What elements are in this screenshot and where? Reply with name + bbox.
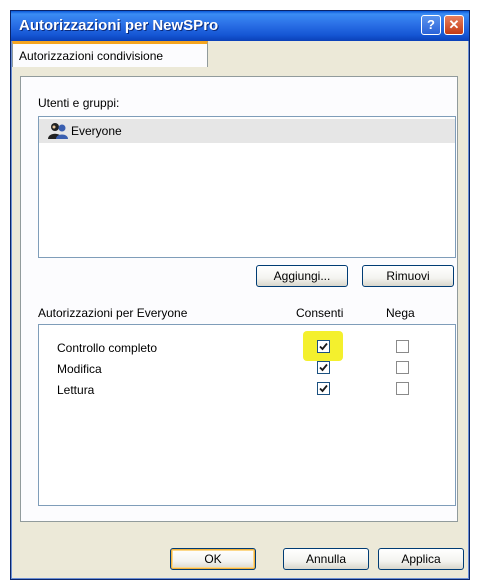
deny-modify-checkbox[interactable]	[396, 361, 409, 374]
tab-share-permissions[interactable]: Autorizzazioni condivisione	[12, 41, 208, 67]
list-item[interactable]: Everyone	[39, 119, 455, 143]
users-list[interactable]: Everyone	[38, 116, 456, 258]
deny-column-header: Nega	[386, 306, 415, 320]
permission-name: Modifica	[57, 362, 102, 376]
title-bar[interactable]: Autorizzazioni per NewSPro ? ✕	[11, 11, 469, 41]
apply-button[interactable]: Applica	[378, 548, 464, 570]
deny-read-checkbox[interactable]	[396, 382, 409, 395]
users-group-icon	[48, 123, 68, 139]
allow-column-header: Consenti	[296, 306, 344, 320]
permission-name: Controllo completo	[57, 341, 158, 355]
ok-button[interactable]: OK	[170, 548, 256, 570]
window-title: Autorizzazioni per NewSPro	[19, 17, 219, 34]
cancel-button[interactable]: Annulla	[283, 548, 369, 570]
permissions-label: Autorizzazioni per Everyone	[38, 306, 188, 320]
add-button[interactable]: Aggiungi...	[256, 265, 348, 287]
check-icon	[319, 342, 328, 351]
allow-modify-checkbox[interactable]	[317, 361, 330, 374]
help-icon[interactable]: ?	[421, 15, 441, 35]
list-item-label: Everyone	[71, 124, 122, 138]
remove-button[interactable]: Rimuovi	[362, 265, 454, 287]
tab-label: Autorizzazioni condivisione	[19, 49, 164, 63]
allow-full-control-checkbox[interactable]	[317, 340, 330, 353]
allow-read-checkbox[interactable]	[317, 382, 330, 395]
check-icon	[319, 384, 328, 393]
deny-full-control-checkbox[interactable]	[396, 340, 409, 353]
permissions-list: Controllo completo Modifica Lettura	[38, 324, 456, 506]
users-groups-label: Utenti e gruppi:	[38, 96, 120, 110]
close-icon[interactable]: ✕	[444, 15, 464, 35]
permission-name: Lettura	[57, 383, 95, 397]
check-icon	[319, 363, 328, 372]
